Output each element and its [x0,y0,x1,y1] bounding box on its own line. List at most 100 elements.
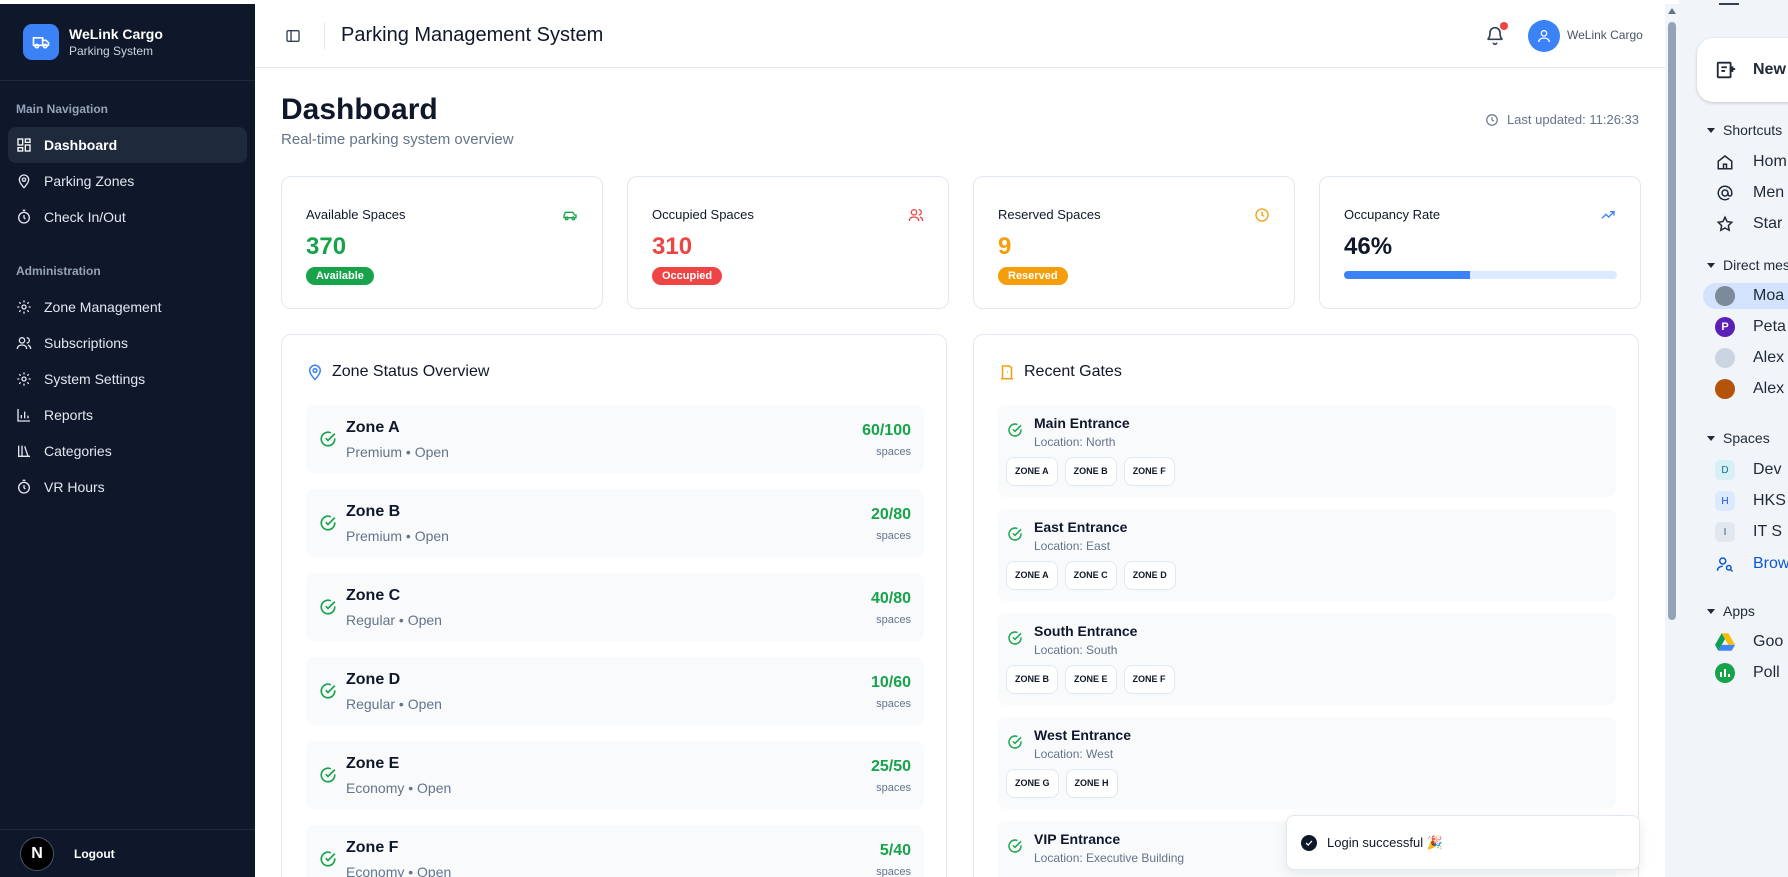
sidebar-item-check-in-out[interactable]: Check In/Out [8,199,247,235]
scroll-thumb[interactable] [1668,22,1676,620]
gear-icon [17,300,31,314]
nav-section-main: Main Navigation [16,102,109,116]
shortcut-starred[interactable]: Star [1715,211,1782,237]
space-item[interactable]: I IT S [1715,519,1782,545]
direct-message-item[interactable]: P Peta [1715,314,1786,340]
space-avatar: H [1715,491,1735,511]
progress-fill [1344,271,1470,279]
direct-message-item[interactable]: Moa [1703,283,1788,309]
gate-row[interactable]: Main Entrance Location: North ZONE A ZONE B… [998,405,1616,497]
zone-row[interactable]: Zone C Regular • Open 40/80 spaces [306,573,924,641]
sidebar-item-vr-hours[interactable]: VR Hours [8,469,247,505]
sidebar-toggle-icon[interactable] [285,28,301,44]
check-circle-icon [1008,631,1022,645]
shortcut-mentions[interactable]: Men [1715,180,1784,206]
brand[interactable]: WeLink Cargo Parking System [0,4,255,81]
space-item[interactable]: H HKS [1715,488,1786,514]
bar-chart-icon [17,409,30,422]
scroll-up-arrow-icon[interactable] [1668,8,1676,14]
sidebar-item-zone-management[interactable]: Zone Management [8,289,247,325]
zone-row[interactable]: Zone D Regular • Open 10/60 spaces [306,657,924,725]
brand-subtitle: Parking System [69,44,154,58]
check-circle-icon [1008,839,1022,853]
user-name[interactable]: WeLink Cargo [1567,28,1643,42]
gate-name: South Entrance [1034,623,1138,639]
gate-location: Location: East [1034,539,1111,553]
app-poll[interactable]: Poll [1715,660,1780,686]
clock-icon [1255,208,1269,222]
sidebar-item-parking-zones[interactable]: Parking Zones [8,163,247,199]
section-direct-messages[interactable]: Direct mes [1707,257,1788,273]
sidebar-item-dashboard[interactable]: Dashboard [8,127,247,163]
zone-meta: Premium • Open [346,444,449,460]
page-title: Dashboard [281,93,438,126]
app-label: Goo [1753,633,1784,650]
notification-dot [1500,22,1508,30]
check-circle-icon [320,431,336,447]
section-apps[interactable]: Apps [1707,603,1755,619]
user-avatar[interactable] [1528,20,1560,52]
stat-card-available: Available Spaces 370 Available [281,176,603,309]
sidebar-item-label: Categories [44,443,112,459]
sidebar-item-label: System Settings [44,371,146,387]
stat-value: 46% [1344,233,1393,260]
panel-title: Zone Status Overview [332,363,490,380]
shortcut-home[interactable]: Hom [1715,149,1787,175]
zone-name: Zone C [346,587,401,604]
sidebar-item-subscriptions[interactable]: Subscriptions [8,325,247,361]
zone-row[interactable]: Zone E Economy • Open 25/50 spaces [306,741,924,809]
zone-row[interactable]: Zone A Premium • Open 60/100 spaces [306,405,924,473]
menu-icon[interactable] [1719,0,1739,8]
check-circle-icon [320,851,336,867]
gate-name: East Entrance [1034,519,1128,535]
scrollbar[interactable] [1665,4,1679,877]
sidebar-item-categories[interactable]: Categories [8,433,247,469]
toast-message: Login successful 🎉 [1327,834,1443,850]
zone-chip: ZONE A [1006,457,1058,486]
gate-row[interactable]: East Entrance Location: East ZONE A ZONE CZ… [998,509,1616,601]
browse-spaces-link[interactable]: Brow [1715,551,1788,577]
users-icon [908,209,924,222]
gate-name: VIP Entrance [1034,831,1121,847]
gate-location: Location: Executive Building [1034,851,1185,865]
zone-unit: spaces [876,782,911,794]
gate-location: Location: South [1034,643,1118,657]
car-icon [563,211,577,221]
stat-card-occupied: Occupied Spaces 310 Occupied [627,176,949,309]
panel-header: Recent Gates [998,363,1122,381]
zone-unit: spaces [876,614,911,626]
stat-card-reserved: Reserved Spaces 9 Reserved [973,176,1295,309]
zone-chips: ZONE A ZONE B ZONE F [1006,457,1182,486]
panel-title: Recent Gates [1024,363,1122,380]
zone-meta: Regular • Open [346,612,442,628]
logout-button[interactable]: Logout [74,847,115,861]
stat-label: Reserved Spaces [998,207,1101,222]
sidebar-item-label: Dashboard [44,137,118,153]
section-shortcuts[interactable]: Shortcuts [1707,122,1782,138]
app-google-drive[interactable]: Goo [1715,629,1783,655]
space-item[interactable]: D Dev [1715,457,1781,483]
section-spaces[interactable]: Spaces [1707,430,1770,446]
app-title: Parking Management System [341,24,604,46]
zone-chip: ZONE B [1064,457,1117,486]
zone-chip: ZONE G [1006,769,1059,798]
google-drive-icon [1715,632,1735,652]
sidebar-item-system-settings[interactable]: System Settings [8,361,247,397]
section-label: Direct mes [1723,257,1788,273]
sidebar: WeLink Cargo Parking System Main Navigat… [0,4,255,877]
new-chat-button[interactable]: New [1697,38,1788,102]
check-circle-icon [320,515,336,531]
zone-chip: ZONE C [1064,561,1117,590]
avatar[interactable]: N [20,836,54,871]
zone-row[interactable]: Zone B Premium • Open 20/80 spaces [306,489,924,557]
toast-notification[interactable]: Login successful 🎉 [1286,815,1640,870]
caret-down-icon [1707,127,1715,133]
check-circle-icon [320,767,336,783]
direct-message-item[interactable]: Alex [1715,345,1784,371]
gate-row[interactable]: South Entrance Location: South ZONE B ZONE … [998,613,1616,705]
gate-row[interactable]: West Entrance Location: West ZONE G ZONE H [998,717,1616,809]
direct-message-item[interactable]: Alex [1715,376,1784,402]
zone-row[interactable]: Zone F Economy • Open 5/40 spaces [306,825,924,877]
sidebar-item-reports[interactable]: Reports [8,397,247,433]
check-circle-icon [1008,423,1022,437]
